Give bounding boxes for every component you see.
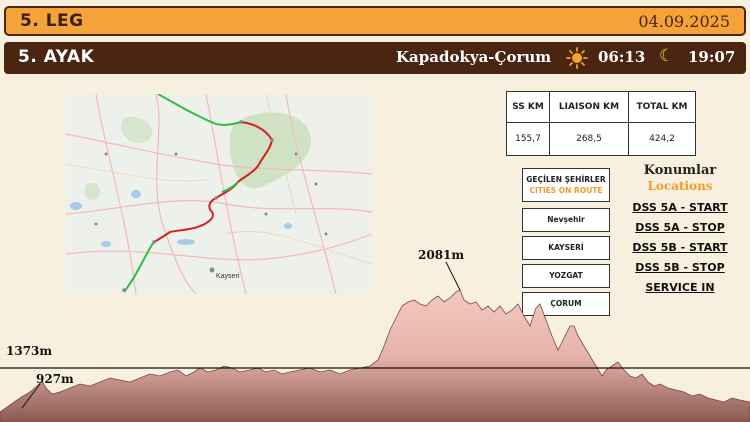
locations-title-tr: Konumlar xyxy=(643,163,717,178)
ref-elevation-label: 1373m xyxy=(6,344,53,358)
city-item: YOZGAT xyxy=(522,264,610,288)
dss-5a-start-link[interactable]: DSS 5A - START xyxy=(620,201,740,214)
dss-5b-stop-link[interactable]: DSS 5B - STOP xyxy=(620,261,740,274)
ss-km-header: SS KM xyxy=(506,91,550,123)
ss-km-value: 155,7 xyxy=(506,122,550,156)
sun-icon xyxy=(566,47,588,69)
service-in-link[interactable]: SERVICE IN xyxy=(620,281,740,294)
map-canvas: Kayseri xyxy=(66,94,372,294)
km-value-row: 155,7 268,5 424,2 xyxy=(506,122,696,156)
dss-5a-stop-link[interactable]: DSS 5A - STOP xyxy=(620,221,740,234)
elevation-area xyxy=(0,289,750,422)
cities-header-en: CITIES ON ROUTE xyxy=(529,186,603,195)
moon-icon: ☾ xyxy=(659,46,675,66)
locations-panel: Konumlar Locations DSS 5A - START DSS 5A… xyxy=(620,163,740,294)
route-name: Kapadokya-Çorum xyxy=(396,48,552,66)
map-city-label: Kayseri xyxy=(216,273,240,280)
min-marker xyxy=(21,383,41,409)
km-header-row: SS KM LIAISON KM TOTAL KM xyxy=(506,91,696,123)
city-item: KAYSERİ xyxy=(522,236,610,260)
cities-header-tr: GEÇİLEN ŞEHİRLER xyxy=(526,175,606,184)
max-marker xyxy=(445,261,461,291)
cities-header: GEÇİLEN ŞEHİRLER CITIES ON ROUTE xyxy=(522,168,610,202)
leg-header: 5. LEG 04.09.2025 xyxy=(4,6,746,36)
cities-list: GEÇİLEN ŞEHİRLER CITIES ON ROUTE Nevşehi… xyxy=(522,168,610,316)
dss-5b-start-link[interactable]: DSS 5B - START xyxy=(620,241,740,254)
total-km-value: 424,2 xyxy=(628,122,696,156)
km-table: SS KM LIAISON KM TOTAL KM 155,7 268,5 42… xyxy=(506,91,696,156)
min-elevation-label: 927m xyxy=(36,372,74,386)
max-elevation-label: 2081m xyxy=(418,248,465,262)
city-item: ÇORUM xyxy=(522,292,610,316)
leg-date: 04.09.2025 xyxy=(638,12,730,31)
ayak-title: 5. AYAK xyxy=(18,47,95,67)
liaison-km-header: LIAISON KM xyxy=(549,91,629,123)
sunrise-time: 06:13 xyxy=(598,48,646,66)
locations-title-en: Locations xyxy=(647,179,713,193)
ayak-header: 5. AYAK Kapadokya-Çorum 06:13 ☾ 19:07 xyxy=(4,42,746,74)
liaison-km-value: 268,5 xyxy=(549,122,629,156)
leg-title: 5. LEG xyxy=(20,11,84,31)
total-km-header: TOTAL KM xyxy=(628,91,696,123)
sunset-time: 19:07 xyxy=(688,48,736,66)
route-map[interactable]: Kayseri xyxy=(66,94,372,294)
city-item: Nevşehir xyxy=(522,208,610,232)
